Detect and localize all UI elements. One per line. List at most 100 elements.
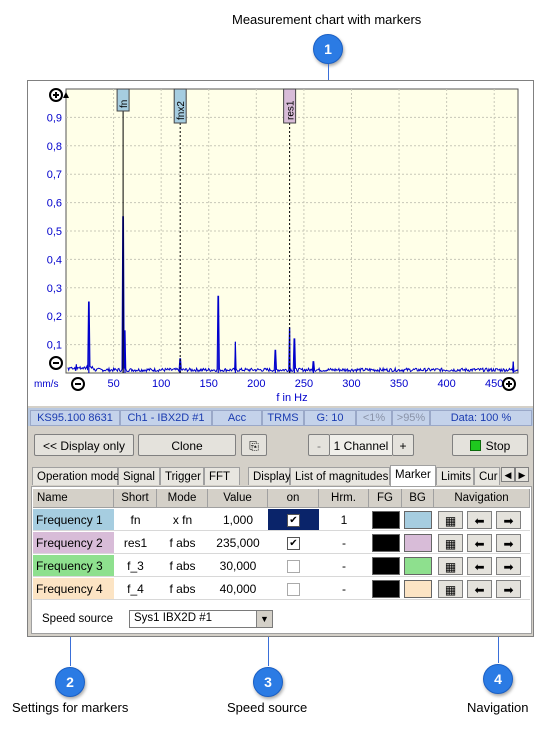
marker-nav-cell: ▦ ⬅ ➡ bbox=[434, 532, 530, 554]
marker-hrm-cell[interactable]: 1 bbox=[319, 509, 369, 531]
speed-source-select[interactable]: Sys1 IBX2D #1 ▼ bbox=[129, 610, 273, 628]
display-only-button[interactable]: << Display only bbox=[34, 434, 134, 456]
channel-plus-button[interactable]: + bbox=[392, 434, 414, 456]
stop-button[interactable]: Stop bbox=[452, 434, 528, 456]
tab-list-of-magnitudes[interactable]: List of magnitudes bbox=[290, 467, 390, 485]
marker-value-cell[interactable]: 30,000 bbox=[208, 555, 268, 577]
header-value: Value bbox=[208, 489, 268, 508]
x-axis-label: f in Hz bbox=[276, 392, 307, 404]
marker-fg-cell[interactable] bbox=[369, 578, 402, 600]
marker-name-cell[interactable]: Frequency 3 bbox=[33, 555, 114, 577]
y-tick-label: 0,7 bbox=[47, 169, 62, 181]
checkbox-icon[interactable] bbox=[287, 560, 300, 573]
status-device: KS95.100 8631 bbox=[30, 410, 120, 426]
marker-hrm-cell[interactable]: - bbox=[319, 578, 369, 600]
copy-button[interactable]: ⎘ bbox=[241, 434, 267, 456]
arrow-right-icon[interactable]: ➡ bbox=[496, 580, 521, 598]
marker-short-cell[interactable]: fn bbox=[114, 509, 157, 531]
marker-nav-cell: ▦ ⬅ ➡ bbox=[434, 555, 530, 577]
marker-fg-cell[interactable] bbox=[369, 555, 402, 577]
stop-label: Stop bbox=[485, 439, 511, 453]
checkbox-checked-icon[interactable]: ✔ bbox=[287, 514, 300, 527]
clone-button[interactable]: Clone bbox=[138, 434, 236, 456]
header-fg: FG bbox=[369, 489, 402, 508]
tab-cur[interactable]: Cur bbox=[474, 467, 500, 485]
marker-name-cell[interactable]: Frequency 2 bbox=[33, 532, 114, 554]
x-tick-label: 400 bbox=[437, 378, 455, 390]
y-tick-label: 0,9 bbox=[47, 112, 62, 124]
tab-marker[interactable]: Marker bbox=[390, 465, 436, 486]
tab-trigger[interactable]: Trigger bbox=[160, 467, 204, 485]
x-tick-label: 450 bbox=[485, 378, 503, 390]
marker-hrm-cell[interactable]: - bbox=[319, 532, 369, 554]
checkbox-icon[interactable] bbox=[287, 583, 300, 596]
grid-icon[interactable]: ▦ bbox=[438, 580, 463, 598]
bg-color-swatch[interactable] bbox=[404, 580, 432, 598]
tab-limits[interactable]: Limits bbox=[436, 467, 474, 485]
tab-fft[interactable]: FFT bbox=[204, 467, 240, 485]
marker-name-cell[interactable]: Frequency 4 bbox=[33, 578, 114, 600]
chart-svg[interactable]: 50 100 150 200 250 300 350 400 450 0,1 0,2 0,3 0,4 0,… bbox=[28, 81, 533, 406]
marker-fg-cell[interactable] bbox=[369, 509, 402, 531]
marker-short-cell[interactable]: res1 bbox=[114, 532, 157, 554]
status-trms: TRMS bbox=[262, 410, 304, 426]
bg-color-swatch[interactable] bbox=[404, 534, 432, 552]
marker-mode-cell[interactable]: x fn bbox=[157, 509, 208, 531]
marker-on-cell[interactable]: ✔ bbox=[268, 509, 319, 531]
fg-color-swatch[interactable] bbox=[372, 534, 400, 552]
marker-short-cell[interactable]: f_4 bbox=[114, 578, 157, 600]
marker-on-cell[interactable] bbox=[268, 578, 319, 600]
marker-fg-cell[interactable] bbox=[369, 532, 402, 554]
marker-mode-cell[interactable]: f abs bbox=[157, 578, 208, 600]
arrow-left-icon[interactable]: ⬅ bbox=[467, 580, 492, 598]
marker-bg-cell[interactable] bbox=[402, 578, 434, 600]
marker-on-cell[interactable] bbox=[268, 555, 319, 577]
marker-value-cell[interactable]: 1,000 bbox=[208, 509, 268, 531]
y-tick-label: 0,5 bbox=[47, 226, 62, 238]
measurement-chart[interactable]: 50 100 150 200 250 300 350 400 450 0,1 0,2 0,3 0,4 0,… bbox=[28, 81, 533, 406]
marker-bg-cell[interactable] bbox=[402, 555, 434, 577]
tab-display[interactable]: Display bbox=[248, 467, 291, 485]
marker-on-cell[interactable]: ✔ bbox=[268, 532, 319, 554]
arrow-left-icon[interactable]: ⬅ bbox=[467, 534, 492, 552]
header-name: Name bbox=[33, 489, 114, 508]
marker-short-cell[interactable]: f_3 bbox=[114, 555, 157, 577]
fg-color-swatch[interactable] bbox=[372, 557, 400, 575]
grid-icon[interactable]: ▦ bbox=[438, 534, 463, 552]
analyzer-window: 50 100 150 200 250 300 350 400 450 0,1 0,2 0,3 0,4 0,… bbox=[27, 80, 534, 637]
tab-operation-mode[interactable]: Operation mode bbox=[32, 467, 119, 485]
arrow-right-icon[interactable]: ➡ bbox=[496, 511, 521, 529]
marker-value-cell[interactable]: 40,000 bbox=[208, 578, 268, 600]
bg-color-swatch[interactable] bbox=[404, 557, 432, 575]
grid-icon[interactable]: ▦ bbox=[438, 557, 463, 575]
marker-value-cell[interactable]: 235,000 bbox=[208, 532, 268, 554]
marker-bg-cell[interactable] bbox=[402, 509, 434, 531]
status-bar: KS95.100 8631 Ch1 - IBX2D #1 Acc TRMS G:… bbox=[28, 408, 533, 426]
status-channel: Ch1 - IBX2D #1 bbox=[120, 410, 212, 426]
arrow-left-icon[interactable]: ⬅ bbox=[467, 511, 492, 529]
marker-mode-cell[interactable]: f abs bbox=[157, 555, 208, 577]
tab-signal[interactable]: Signal bbox=[118, 467, 160, 485]
fg-color-swatch[interactable] bbox=[372, 511, 400, 529]
marker-mode-cell[interactable]: f abs bbox=[157, 532, 208, 554]
marker-label-fn: fn bbox=[119, 100, 130, 108]
marker-bg-cell[interactable] bbox=[402, 532, 434, 554]
grid-icon[interactable]: ▦ bbox=[438, 511, 463, 529]
y-tick-label: 0,4 bbox=[47, 254, 62, 266]
arrow-right-icon[interactable]: ➡ bbox=[496, 534, 521, 552]
channel-minus-button[interactable]: - bbox=[308, 434, 330, 456]
arrow-left-icon[interactable]: ⬅ bbox=[467, 557, 492, 575]
x-tick-label: 350 bbox=[390, 378, 408, 390]
checkbox-checked-icon[interactable]: ✔ bbox=[287, 537, 300, 550]
arrow-right-icon[interactable]: ➡ bbox=[496, 557, 521, 575]
tab-scroll-right-button[interactable]: ▶ bbox=[515, 467, 529, 482]
chevron-down-icon[interactable]: ▼ bbox=[256, 611, 272, 627]
tab-scroll-left-button[interactable]: ◀ bbox=[501, 467, 515, 482]
bg-color-swatch[interactable] bbox=[404, 511, 432, 529]
marker-name-cell[interactable]: Frequency 1 bbox=[33, 509, 114, 531]
marker-nav-cell: ▦ ⬅ ➡ bbox=[434, 578, 530, 600]
marker-hrm-cell[interactable]: - bbox=[319, 555, 369, 577]
x-tick-label: 50 bbox=[107, 378, 119, 390]
callout-chart-label: Measurement chart with markers bbox=[232, 12, 422, 27]
fg-color-swatch[interactable] bbox=[372, 580, 400, 598]
